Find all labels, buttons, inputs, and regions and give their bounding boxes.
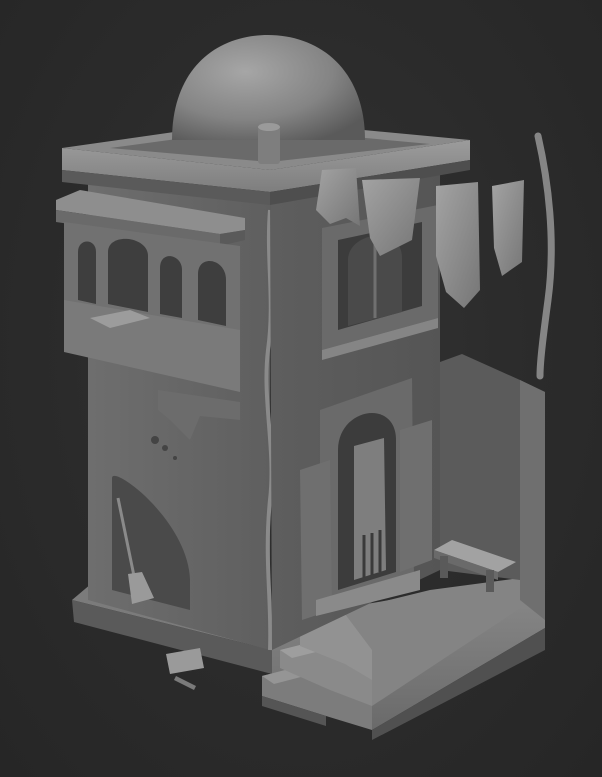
roof-post <box>258 123 280 164</box>
viewport-canvas[interactable] <box>0 0 602 777</box>
sculpt-scene <box>56 35 555 740</box>
dropped-plank <box>166 648 204 690</box>
clothesline-pole <box>534 132 555 380</box>
